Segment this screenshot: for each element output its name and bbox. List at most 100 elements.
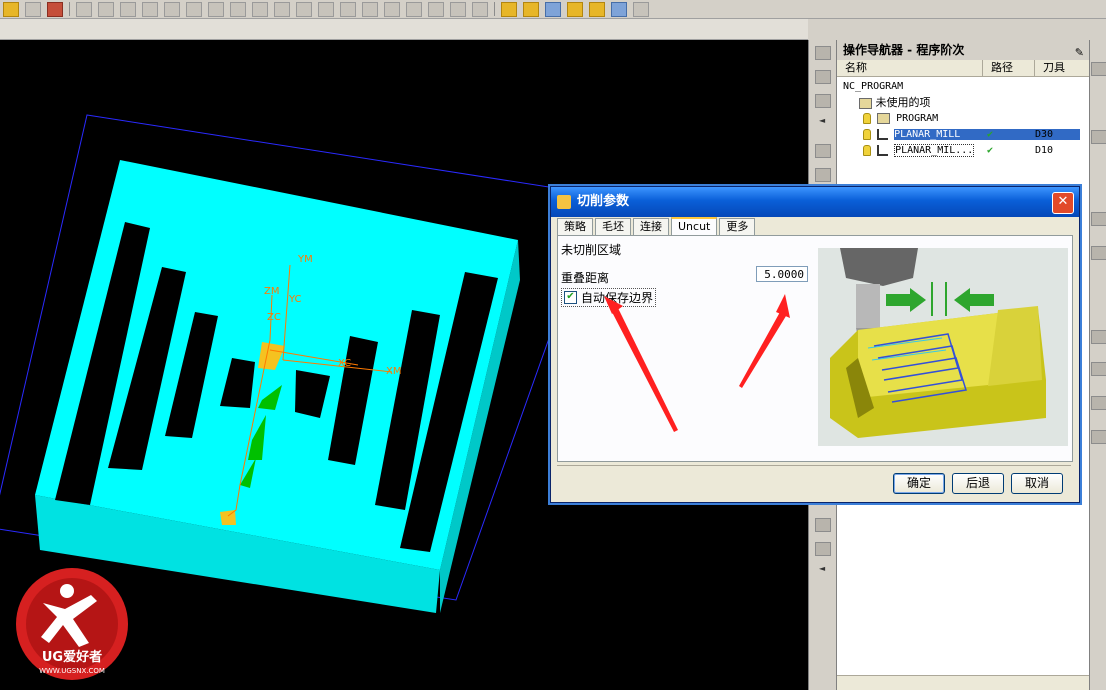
- column-path[interactable]: 路径: [983, 60, 1035, 76]
- tab-blank[interactable]: 毛坯: [595, 218, 631, 235]
- status-bulb-icon: [863, 112, 871, 124]
- toolbar-view-icon[interactable]: [76, 1, 92, 17]
- resource-icon[interactable]: [1091, 362, 1106, 376]
- toolbar-snapshot-icon[interactable]: [47, 1, 63, 17]
- folder-icon: [859, 97, 872, 109]
- tab-uncut[interactable]: Uncut: [671, 217, 718, 236]
- toolbar-postprocess-icon[interactable]: [589, 1, 605, 17]
- auto-save-boundary-checkbox[interactable]: ✔ 自动保存边界: [561, 288, 657, 307]
- toolbar-info-icon[interactable]: [428, 1, 444, 17]
- horizontal-scrollbar[interactable]: [837, 675, 1090, 690]
- toolbar-hide-icon[interactable]: [274, 1, 290, 17]
- axis-label-yc: YC: [288, 294, 302, 305]
- toolbar-shop-doc-icon[interactable]: [611, 1, 627, 17]
- resource-icon[interactable]: [1091, 246, 1106, 260]
- toolbar-list-icon[interactable]: [567, 1, 583, 17]
- feature-nav-icon[interactable]: [815, 46, 831, 60]
- toolbar-more-icon[interactable]: [633, 1, 649, 17]
- scroll-left-icon[interactable]: ◄: [819, 116, 825, 125]
- tool-name: D10: [1035, 145, 1054, 156]
- checkbox-check-icon: ✔: [564, 291, 577, 304]
- tree-item-program[interactable]: PROGRAM: [837, 111, 1090, 126]
- tool-name: D30: [1035, 129, 1054, 140]
- resource-bar-right: [1089, 40, 1106, 690]
- scroll-left-icon[interactable]: ◄: [819, 564, 825, 573]
- column-name[interactable]: 名称: [837, 60, 983, 76]
- roles-icon[interactable]: [815, 542, 831, 556]
- tree-item-unused[interactable]: 未使用的项: [837, 95, 1090, 110]
- tab-connect[interactable]: 连接: [633, 218, 669, 235]
- secondary-toolbar: [0, 19, 808, 40]
- dialog-title-bar[interactable]: 切削参数 ✕: [551, 187, 1079, 217]
- ug-watermark-logo: UG爱好者 WWW.UGSNX.COM: [16, 568, 128, 680]
- close-icon[interactable]: ✕: [1052, 192, 1074, 214]
- tree-item-planar-mill-2[interactable]: PLANAR_MIL... ✔ D10: [837, 143, 1090, 158]
- assembly-nav-icon[interactable]: [815, 70, 831, 84]
- tab-strategy[interactable]: 策略: [557, 218, 593, 235]
- status-bulb-icon: [863, 144, 871, 156]
- toolbar-wire-icon[interactable]: [230, 1, 246, 17]
- toolbar-copy-icon[interactable]: [362, 1, 378, 17]
- resource-icon[interactable]: [1091, 430, 1106, 444]
- toolbar-analysis-icon[interactable]: [450, 1, 466, 17]
- tree-item-label: 未使用的项: [875, 96, 931, 109]
- toolbar-replay-icon[interactable]: [523, 1, 539, 17]
- resource-icon[interactable]: [1091, 330, 1106, 344]
- tree-item-label: PLANAR_MIL...: [894, 144, 975, 157]
- navigator-title: 操作导航器 - 程序阶次 ✎: [837, 40, 1090, 60]
- path-generated-check-icon: ✔: [987, 145, 994, 156]
- dialog-tabs: 策略 毛坯 连接 Uncut 更多: [557, 217, 757, 236]
- uncut-illustration: [818, 248, 1068, 446]
- planar-mill-icon: [877, 144, 889, 156]
- uncut-tab-panel: 未切削区域 重叠距离 5.0000 ✔ 自动保存边界: [557, 235, 1073, 462]
- toolbar-verify-icon[interactable]: [545, 1, 561, 17]
- pin-icon[interactable]: ✎: [1075, 43, 1084, 63]
- resource-icon[interactable]: [1091, 62, 1106, 76]
- operation-nav-icon[interactable]: [815, 144, 831, 158]
- toolbar-tool-icon[interactable]: [3, 1, 19, 17]
- logo-url-text: WWW.UGSNX.COM: [39, 667, 105, 675]
- resource-icon[interactable]: [1091, 212, 1106, 226]
- toolbar-shade-icon[interactable]: [208, 1, 224, 17]
- resource-icon[interactable]: [1091, 396, 1106, 410]
- toolbar-fit-icon[interactable]: [120, 1, 136, 17]
- toolbar-move-icon[interactable]: [340, 1, 356, 17]
- tool-shank: [856, 284, 880, 328]
- overlap-distance-label: 重叠距离: [561, 271, 610, 285]
- toolbar-edit-icon[interactable]: [318, 1, 334, 17]
- logo-head: [60, 584, 74, 598]
- overlap-distance-input[interactable]: 5.0000: [756, 266, 808, 282]
- axis-label-ym: YM: [297, 254, 313, 265]
- toolbar-pan-icon[interactable]: [164, 1, 180, 17]
- section-title: 未切削区域: [561, 243, 622, 257]
- axis-label-xm: XM: [386, 366, 401, 377]
- toolbar-print-icon[interactable]: [25, 1, 41, 17]
- toolbar-zoom-icon[interactable]: [186, 1, 202, 17]
- tab-more[interactable]: 更多: [719, 218, 756, 235]
- path-generated-check-icon: ✔: [987, 129, 994, 140]
- toolbar-layer-icon[interactable]: [98, 1, 114, 17]
- toolbar-separator: [69, 2, 70, 16]
- cancel-button[interactable]: 取消: [1011, 473, 1063, 494]
- toolbar-generate-icon[interactable]: [501, 1, 517, 17]
- part-nav-icon[interactable]: [815, 94, 831, 108]
- resource-icon[interactable]: [1091, 130, 1106, 144]
- toolbar-section-icon[interactable]: [252, 1, 268, 17]
- history-icon[interactable]: [815, 518, 831, 532]
- tree-item-nc-program[interactable]: NC_PROGRAM: [837, 79, 1090, 94]
- toolbar-sketch-icon[interactable]: [472, 1, 488, 17]
- dialog-title: 切削参数: [577, 194, 630, 209]
- toolbar-show-icon[interactable]: [296, 1, 312, 17]
- back-button[interactable]: 后退: [952, 473, 1004, 494]
- toolbar-mirror-icon[interactable]: [384, 1, 400, 17]
- planar-mill-icon: [877, 128, 889, 140]
- machine-nav-icon[interactable]: [815, 168, 831, 182]
- toolbar-separator: [494, 2, 495, 16]
- tree-item-planar-mill-1[interactable]: PLANAR_MILL ✔ D30: [837, 127, 1090, 142]
- status-bulb-icon: [863, 128, 871, 140]
- ok-button[interactable]: 确定: [893, 473, 945, 494]
- axis-label-xc: XC: [338, 358, 351, 369]
- toolbar-measure-icon[interactable]: [406, 1, 422, 17]
- axis-label-zm: ZM: [264, 286, 279, 297]
- toolbar-rotate-icon[interactable]: [142, 1, 158, 17]
